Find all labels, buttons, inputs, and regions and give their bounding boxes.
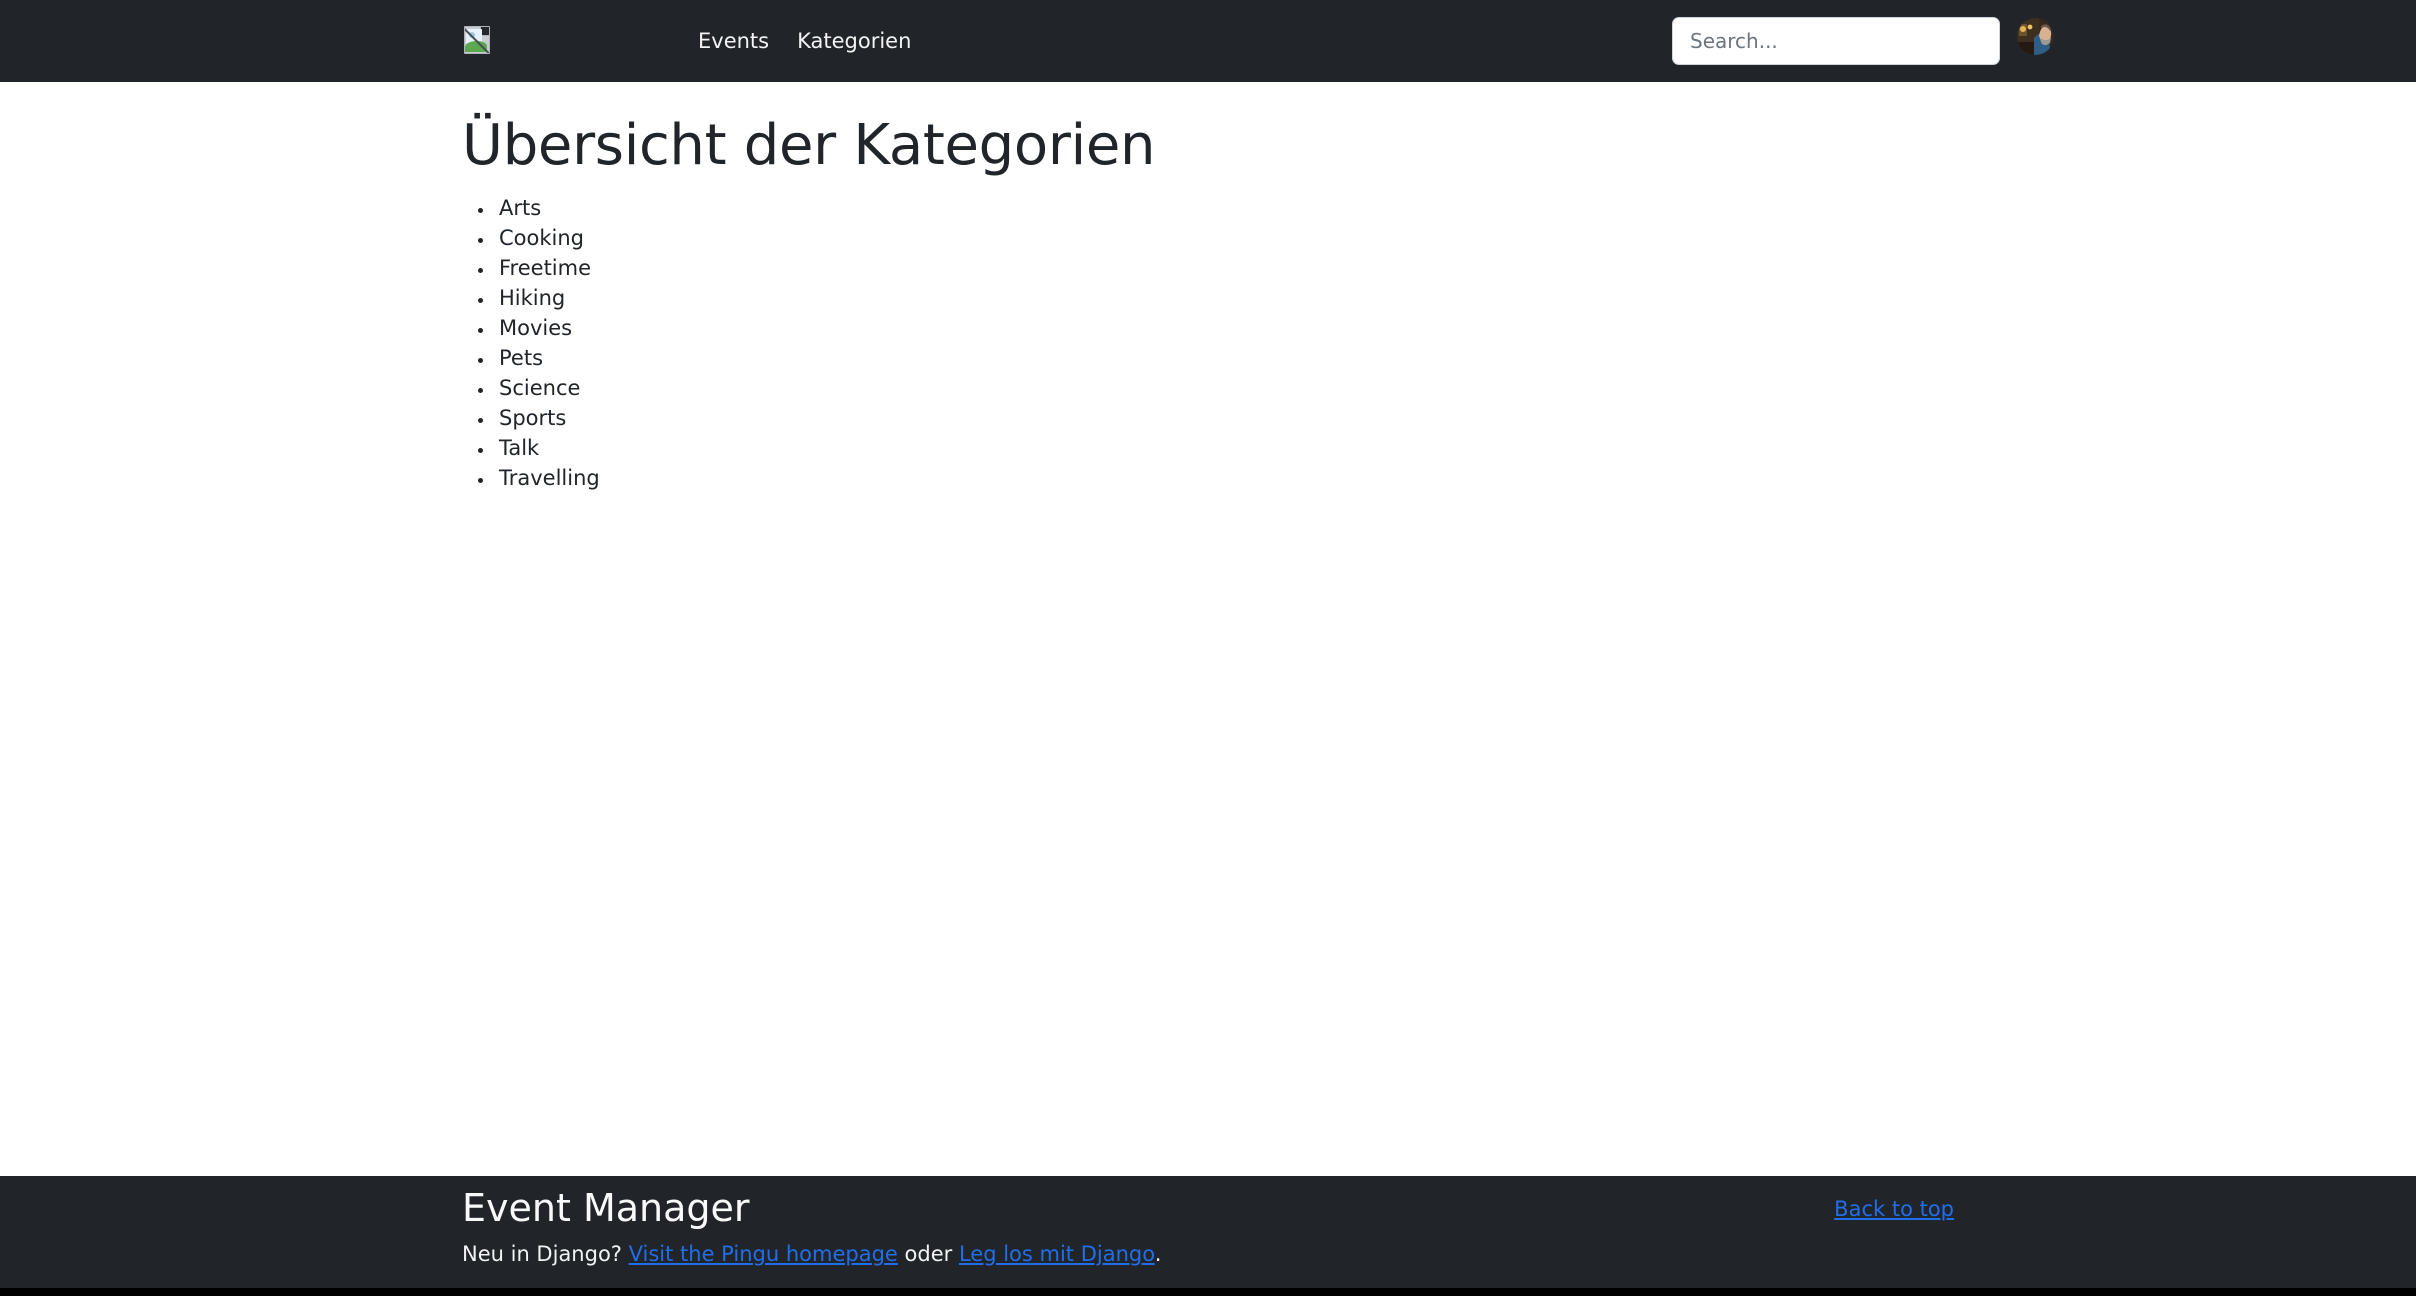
list-item: Sports [495, 403, 1954, 433]
page-title: Übersicht der Kategorien [462, 113, 1156, 178]
footer-title: Event Manager [462, 1186, 750, 1230]
list-item: Science [495, 373, 1954, 403]
bottom-strip [0, 1288, 2416, 1296]
footer-period: . [1154, 1242, 1162, 1266]
list-item: Travelling [495, 463, 1954, 493]
list-item: Movies [495, 313, 1954, 343]
page-root: Events Kategorien Search... Übersicht de… [0, 0, 2416, 1296]
content-container: Übersicht der Kategorien Arts Cooking Fr… [462, 82, 1954, 493]
main-content: Übersicht der Kategorien Arts Cooking Fr… [0, 82, 2416, 1176]
list-item: Pets [495, 343, 1954, 373]
list-item: Talk [495, 433, 1954, 463]
footer-link-pingu-homepage[interactable]: Visit the Pingu homepage [629, 1242, 898, 1266]
brand-logo-link[interactable] [459, 22, 495, 58]
footer-conjunction: oder [897, 1242, 959, 1266]
navbar-inner: Events Kategorien [0, 0, 2416, 82]
footer-intro-text: Neu in Django? [462, 1242, 629, 1266]
page-footer: Event Manager Neu in Django? Visit the P… [0, 1176, 2416, 1296]
search-container [1672, 17, 2000, 65]
list-item: Freetime [495, 253, 1954, 283]
footer-credits: Neu in Django? Visit the Pingu homepage … [462, 1240, 1161, 1269]
avatar[interactable] [2017, 18, 2054, 55]
navbar-links: Events Kategorien [684, 0, 925, 82]
nav-link-events[interactable]: Events [684, 23, 783, 60]
footer-inner: Event Manager Neu in Django? Visit the P… [462, 1176, 1954, 1296]
back-to-top-link[interactable]: Back to top [1834, 1197, 1954, 1222]
list-item: Arts [495, 193, 1954, 223]
category-list: Arts Cooking Freetime Hiking Movies Pets… [462, 193, 1954, 493]
nav-link-kategorien[interactable]: Kategorien [783, 23, 925, 60]
search-input[interactable] [1672, 17, 2000, 65]
list-item: Hiking [495, 283, 1954, 313]
top-navbar: Events Kategorien [0, 0, 2416, 82]
broken-image-icon [464, 26, 490, 54]
footer-link-get-started-django[interactable]: Leg los mit Django [959, 1242, 1155, 1266]
list-item: Cooking [495, 223, 1954, 253]
